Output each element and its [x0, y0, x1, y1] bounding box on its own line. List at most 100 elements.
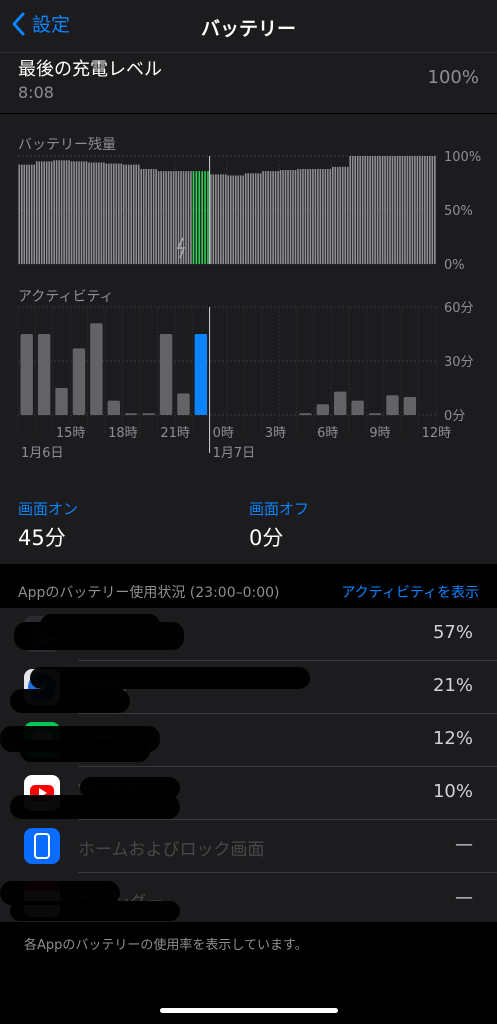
activity-bar: [403, 397, 417, 415]
battery-level-bar: [252, 173, 254, 264]
screen-on-value: 45分: [18, 526, 66, 550]
app-row[interactable]: Safari21%: [0, 661, 497, 714]
activity-date-label: 1月7日: [213, 446, 256, 461]
app-percent: —: [455, 887, 473, 908]
battery-level-bar: [404, 156, 406, 264]
battery-level-bar: [58, 160, 60, 264]
battery-level-bar: [324, 168, 327, 264]
battery-level-bar: [172, 171, 175, 264]
activity-bar: [55, 388, 68, 415]
battery-level-bar: [227, 175, 230, 264]
battery-level-bar: [294, 170, 297, 264]
battery-level-bar: [225, 174, 227, 264]
app-row[interactable]: YouTube10%: [0, 767, 497, 820]
battery-level-bar: [95, 162, 98, 264]
activity-x-tick: 9時: [369, 426, 390, 441]
battery-level-bar: [259, 173, 262, 264]
battery-level-bar: [319, 168, 322, 264]
battery-level-bar: [30, 164, 33, 264]
activity-y-tick: 30分: [444, 355, 474, 370]
battery-level-bar: [85, 161, 88, 264]
battery-level-bar: [157, 171, 160, 264]
battery-level-bar: [201, 171, 203, 264]
app-row[interactable]: ホームおよびロック画面 —: [0, 820, 497, 873]
battery-level-bar: [215, 174, 217, 264]
battery-level-bar: [45, 161, 48, 264]
battery-level-bar: [386, 156, 389, 264]
last-charge-section: 最後の充電レベル 8:08 100%: [0, 53, 497, 113]
battery-level-bar: [247, 173, 250, 264]
show-activity-link[interactable]: アクティビティを表示: [341, 582, 479, 602]
activity-bar: [299, 413, 312, 415]
charts-section: バッテリー残量 アクティビティ 100% 50% 0% 60分 30分 0分 15時 18時 2…: [0, 114, 497, 474]
battery-level-bar: [279, 170, 282, 264]
battery-level-bar: [394, 156, 396, 264]
battery-level-bar: [83, 161, 85, 264]
battery-level-bar: [364, 156, 366, 264]
app-row[interactable]: LINE12%: [0, 714, 497, 767]
app-row[interactable]: ツムツム57%: [0, 608, 497, 661]
last-charge-value: 100%: [427, 67, 479, 88]
battery-level-bar: [267, 171, 269, 264]
battery-level-bar: [292, 170, 294, 264]
battery-level-bar: [43, 161, 45, 264]
battery-level-bar: [431, 156, 434, 264]
home-lock-screen-icon: [24, 828, 60, 864]
battery-level-bar: [23, 164, 26, 264]
battery-level-bar: [63, 160, 65, 264]
activity-x-tick: 18時: [108, 426, 138, 441]
home-indicator[interactable]: [160, 1008, 338, 1013]
battery-level-bar: [110, 163, 113, 264]
battery-level-bar: [302, 168, 304, 264]
battery-activity-chart[interactable]: 100% 50% 0% 60分 30分 0分 15時 18時 21時 0時 3時 6時 9時 12時 1月6…: [0, 114, 497, 474]
battery-level-bar: [137, 164, 140, 264]
app-percent: 12%: [432, 728, 473, 749]
battery-level-bar: [198, 171, 201, 264]
battery-level-bar: [359, 156, 361, 264]
battery-level-bar: [274, 171, 277, 264]
activity-x-tick: 15時: [56, 426, 86, 441]
battery-level-bar: [289, 170, 292, 264]
battery-level-bar: [277, 171, 279, 264]
battery-level-bar: [416, 156, 419, 264]
battery-level-bar: [167, 171, 170, 264]
battery-level-bar: [242, 175, 245, 264]
battery-level-bar: [414, 156, 416, 264]
battery-level-bar: [322, 168, 324, 264]
battery-level-bar: [120, 163, 123, 264]
battery-level-bar: [217, 174, 220, 264]
battery-level-bar: [232, 175, 235, 264]
battery-level-bar: [406, 156, 409, 264]
battery-level-bar: [140, 168, 143, 264]
battery-level-bar: [108, 163, 110, 264]
battery-level-bar: [75, 161, 78, 264]
battery-level-bar: [327, 168, 329, 264]
battery-level-bar: [125, 164, 128, 264]
app-percent: 57%: [432, 622, 473, 643]
battery-level-bar: [220, 174, 222, 264]
footer-note: 各Appのバッテリーの使用率を表示しています。: [24, 938, 308, 953]
battery-level-bar: [229, 175, 232, 264]
activity-bar: [72, 348, 86, 415]
app-usage-title: Appのバッテリー使用状況 (23:00–0:00): [18, 585, 280, 601]
battery-level-bar: [272, 171, 274, 264]
battery-level-bar: [98, 162, 100, 264]
battery-level-bar: [264, 171, 267, 264]
battery-level-bar: [195, 171, 198, 264]
battery-level-bar: [100, 162, 103, 264]
app-row[interactable]: カレンダー—: [0, 873, 497, 926]
battery-level-bar: [297, 168, 299, 264]
activity-bar-selected: [194, 334, 208, 415]
battery-level-bar: [155, 168, 157, 264]
battery-level-bar: [369, 156, 371, 264]
battery-level-bar: [237, 175, 240, 264]
battery-level-bar: [314, 168, 317, 264]
battery-level-bar: [309, 168, 312, 264]
battery-level-bar: [409, 156, 411, 264]
battery-level-bar: [222, 174, 225, 264]
battery-level-bar: [35, 161, 38, 264]
battery-level-bar: [391, 156, 394, 264]
battery-y-tick: 100%: [444, 150, 481, 165]
battery-level-bar: [142, 168, 145, 264]
app-percent: 21%: [432, 675, 473, 696]
